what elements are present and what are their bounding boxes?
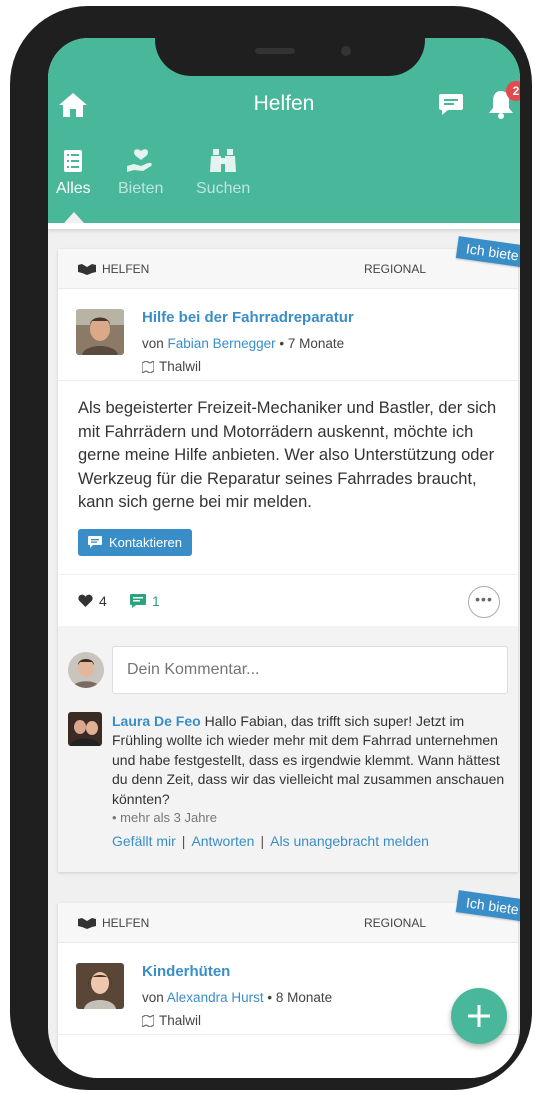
tab-label: Suchen <box>196 180 251 197</box>
comment-count: 1 <box>152 592 160 609</box>
post-meta: von Alexandra Hurst • 8 Monate <box>142 990 332 1005</box>
tab-label: Alles <box>56 180 91 197</box>
comment-like-link[interactable]: Gefällt mir <box>112 833 176 849</box>
speaker-grille <box>255 48 295 54</box>
location-label: Thalwil <box>159 1013 202 1028</box>
like-button[interactable]: 4 <box>78 593 107 609</box>
binoculars-icon <box>210 149 237 172</box>
post-meta: von Fabian Bernegger • 7 Monate <box>142 336 344 351</box>
author-link[interactable]: Fabian Bernegger <box>168 336 276 351</box>
comment-reply-link[interactable]: Antworten <box>191 833 254 849</box>
post-type: HELFEN <box>78 262 149 276</box>
post-body: Als begeisterter Freizeit-Mechaniker und… <box>78 399 497 511</box>
handshake-icon <box>78 918 96 929</box>
comment-icon <box>130 593 146 608</box>
comment-text: Laura De Feo Hallo Fabian, das trifft si… <box>112 712 508 810</box>
map-icon <box>142 360 154 373</box>
post-location: Thalwil <box>142 359 201 374</box>
active-tab-indicator <box>64 212 84 223</box>
heart-icon <box>78 594 93 607</box>
post-title[interactable]: Hilfe bei der Fahrradreparatur <box>142 309 354 326</box>
comment-actions: Gefällt mir | Antworten | Als unangebracht m… <box>112 833 429 849</box>
post-title[interactable]: Kinderhüten <box>142 963 230 980</box>
post-type-label: HELFEN <box>102 262 150 276</box>
tab-alles[interactable]: Alles <box>56 148 91 198</box>
tab-label: Bieten <box>118 180 164 197</box>
contact-button-label: Kontaktieren <box>109 534 182 550</box>
author-avatar[interactable] <box>76 963 124 1009</box>
post-type-label: HELFEN <box>102 916 150 930</box>
post-age: • 7 Monate <box>279 336 345 351</box>
post-author-row: Kinderhüten von Alexandra Hurst • 8 Mona… <box>58 943 518 1035</box>
more-options-button[interactable]: ••• <box>468 585 500 618</box>
comment-time: • mehr als 3 Jahre <box>112 810 217 825</box>
list-icon <box>64 150 83 172</box>
handshake-icon <box>78 264 96 275</box>
offer-ribbon: Ich biete <box>455 236 520 268</box>
author-link[interactable]: Alexandra Hurst <box>167 990 264 1005</box>
post-card-header: HELFEN REGIONAL Ich biete <box>58 236 520 289</box>
post-card: HELFEN REGIONAL Ich biete Hilfe bei der … <box>58 236 520 872</box>
app-screen: Helfen 2 Alles Bieten Suchen HELFEN REGI… <box>48 38 520 1078</box>
region-label: REGIONAL <box>363 916 426 930</box>
location-label: Thalwil <box>159 359 202 374</box>
comments-section: Laura De Feo Hallo Fabian, das trifft si… <box>58 625 518 872</box>
offer-ribbon: Ich biete <box>455 890 520 922</box>
comment-item: Laura De Feo Hallo Fabian, das trifft si… <box>68 711 508 849</box>
comment-report-link[interactable]: Als unangebracht melden <box>270 833 429 849</box>
chat-icon[interactable] <box>438 93 464 117</box>
post-card-header: HELFEN REGIONAL Ich biete <box>58 890 520 943</box>
contact-button[interactable]: Kontaktieren <box>78 528 192 556</box>
category-tabs: Alles Bieten Suchen <box>48 148 520 223</box>
post-location: Thalwil <box>142 1013 201 1028</box>
previous-card-edge <box>48 223 520 229</box>
map-icon <box>142 1014 154 1027</box>
post-age: • 8 Monate <box>267 990 333 1005</box>
tab-bieten[interactable]: Bieten <box>118 148 163 198</box>
commenter-name[interactable]: Laura De Feo <box>112 713 201 729</box>
post-type: HELFEN <box>78 916 149 930</box>
comment-input[interactable] <box>112 645 508 694</box>
add-post-button[interactable] <box>451 988 507 1044</box>
author-avatar[interactable] <box>76 309 124 355</box>
phone-frame: Helfen 2 Alles Bieten Suchen HELFEN REGI… <box>10 6 532 1090</box>
comments-button[interactable]: 1 <box>130 593 160 609</box>
post-author-row: Hilfe bei der Fahrradreparatur von Fabia… <box>58 289 518 381</box>
phone-notch <box>155 12 425 76</box>
post-stats: 4 1 ••• <box>58 573 518 626</box>
chat-icon <box>88 535 102 548</box>
current-user-avatar <box>68 651 104 688</box>
plus-icon <box>468 1005 490 1027</box>
post-card: HELFEN REGIONAL Ich biete Kinderhüten vo… <box>58 890 520 1078</box>
like-count: 4 <box>99 592 107 609</box>
heart-hand-icon <box>126 149 152 172</box>
commenter-avatar[interactable] <box>68 711 102 746</box>
region-label: REGIONAL <box>363 262 426 276</box>
by-prefix: von <box>142 336 164 351</box>
front-camera <box>341 46 351 56</box>
tab-suchen[interactable]: Suchen <box>196 148 250 198</box>
notification-badge: 2 <box>506 81 520 101</box>
by-prefix: von <box>142 990 164 1005</box>
